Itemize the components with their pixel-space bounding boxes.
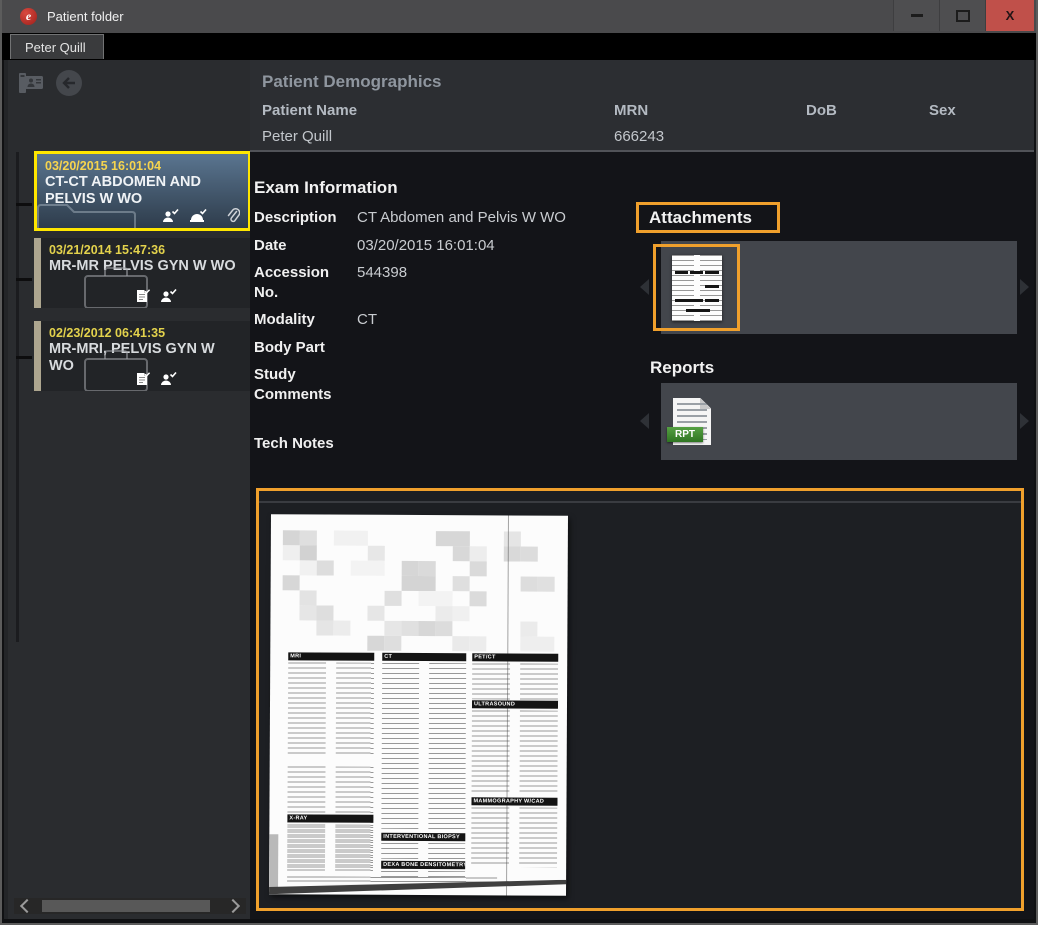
close-button[interactable]: X [985, 0, 1034, 31]
attachments-title: Attachments [649, 208, 752, 228]
patient-name-value: Peter Quill [262, 128, 614, 145]
scrollbar-thumb[interactable] [42, 900, 210, 912]
exam-timeline [16, 152, 19, 642]
person-check-icon [160, 289, 177, 303]
form-section-header: PET/CT [472, 653, 558, 661]
sex-value [929, 128, 1024, 145]
exam-date: 03/21/2014 15:47:36 [49, 243, 243, 257]
form-section-header: CT [382, 653, 466, 661]
col-header-dob: DoB [806, 102, 929, 119]
exam-date: 02/23/2012 06:41:35 [49, 326, 243, 340]
field-label: Tech Notes [254, 434, 357, 454]
field-value: CT [357, 310, 377, 330]
minimize-icon [911, 14, 923, 17]
form-section-header: ULTRASOUND [472, 700, 558, 708]
report-check-icon [136, 289, 150, 303]
field-value: 03/20/2015 16:01:04 [357, 236, 495, 256]
exam-card-mr-pelvis-2014[interactable]: 03/21/2014 15:47:36 MR-MR PELVIS GYN W W… [34, 238, 251, 308]
carousel-right-icon[interactable] [1020, 279, 1029, 295]
field-label: Description [254, 208, 357, 228]
attachment-preview-panel: MRI X-RAY CT INTERVENTIONAL BIOPSY [256, 488, 1024, 911]
exam-date: 03/20/2015 16:01:04 [45, 159, 240, 173]
rpt-badge: RPT [667, 427, 703, 442]
field-label: Date [254, 236, 357, 256]
back-button[interactable] [54, 68, 84, 98]
chevron-left-icon[interactable] [20, 899, 34, 913]
scan-edge [269, 834, 278, 894]
minimize-button[interactable] [893, 0, 939, 31]
report-document-icon[interactable]: RPT [667, 398, 715, 450]
timeline-tick [16, 278, 32, 281]
col-header-mrn: MRN [614, 102, 806, 119]
field-label: Body Part [254, 338, 357, 358]
exam-title: CT-CT ABDOMEN AND PELVIS W WO [45, 174, 240, 209]
exam-list-sidebar: 03/20/2015 16:01:04 CT-CT ABDOMEN AND PE… [4, 60, 250, 919]
dob-value [806, 128, 929, 145]
window-title: Patient folder [47, 9, 124, 24]
preview-divider [259, 501, 1021, 503]
app-logo-icon: e [20, 8, 37, 25]
chevron-right-icon[interactable] [226, 899, 240, 913]
tab-bar: Peter Quill [2, 33, 1036, 60]
tab-label: Peter Quill [25, 40, 86, 55]
demographics-title: Patient Demographics [262, 72, 442, 92]
exam-information-fields: DescriptionCT Abdomen and Pelvis W WO Da… [254, 208, 646, 462]
horizontal-scrollbar[interactable] [14, 898, 246, 914]
mrn-value: 666243 [614, 128, 806, 145]
tab-peter-quill[interactable]: Peter Quill [10, 34, 104, 59]
carousel-left-icon[interactable] [640, 279, 649, 295]
exam-information-title: Exam Information [254, 178, 398, 198]
patient-folder-window: e Patient folder X Peter Quill [0, 0, 1038, 925]
exam-card-mri-pelvis-2012[interactable]: 02/23/2012 06:41:35 MR-MRI, PELVIS GYN W… [34, 321, 251, 391]
patient-demographics-icon[interactable] [16, 68, 46, 98]
attachments-annotation-box: Attachments [636, 202, 780, 233]
person-check-icon [162, 209, 179, 223]
person-check-icon [189, 209, 207, 223]
form-section-header: MRI [288, 652, 374, 660]
maximize-icon [956, 10, 970, 22]
back-icon [56, 70, 82, 96]
exam-title: MR-MR PELVIS GYN W WO [49, 258, 243, 275]
title-bar: e Patient folder X [2, 0, 1036, 33]
patient-demographics-panel: Patient Demographics Patient Name MRN Do… [250, 60, 1034, 152]
col-header-patient-name: Patient Name [262, 102, 614, 119]
maximize-button[interactable] [939, 0, 985, 31]
field-label: Accession No. [254, 263, 357, 302]
report-check-icon [136, 372, 150, 386]
exam-title: MR-MRI, PELVIS GYN W WO [49, 341, 243, 376]
attachment-thumbnail[interactable] [672, 255, 722, 321]
form-section-header: X-RAY [287, 814, 373, 822]
close-icon: X [1006, 8, 1015, 23]
field-label: Study Comments [254, 365, 357, 404]
paperclip-icon [227, 208, 240, 223]
form-section-header: MAMMOGRAPHY W/CAD [471, 797, 557, 805]
field-label: Modality [254, 310, 357, 330]
form-section-header: INTERVENTIONAL BIOPSY [381, 833, 465, 841]
exam-card-ct-abdomen[interactable]: 03/20/2015 16:01:04 CT-CT ABDOMEN AND PE… [34, 151, 251, 231]
form-section-header: DEXA BONE DENSITOMETRY [381, 861, 465, 869]
col-header-sex: Sex [929, 102, 1024, 119]
attachment-thumbnail-annotation-box [653, 244, 740, 331]
field-value: CT Abdomen and Pelvis W WO [357, 208, 566, 228]
field-value: 544398 [357, 263, 407, 302]
reports-title: Reports [650, 358, 714, 378]
person-check-icon [160, 372, 177, 386]
carousel-left-icon[interactable] [640, 413, 649, 429]
timeline-tick [16, 203, 32, 206]
timeline-tick [16, 356, 32, 359]
carousel-right-icon[interactable] [1020, 413, 1029, 429]
scanned-requisition-document[interactable]: MRI X-RAY CT INTERVENTIONAL BIOPSY [269, 514, 568, 896]
